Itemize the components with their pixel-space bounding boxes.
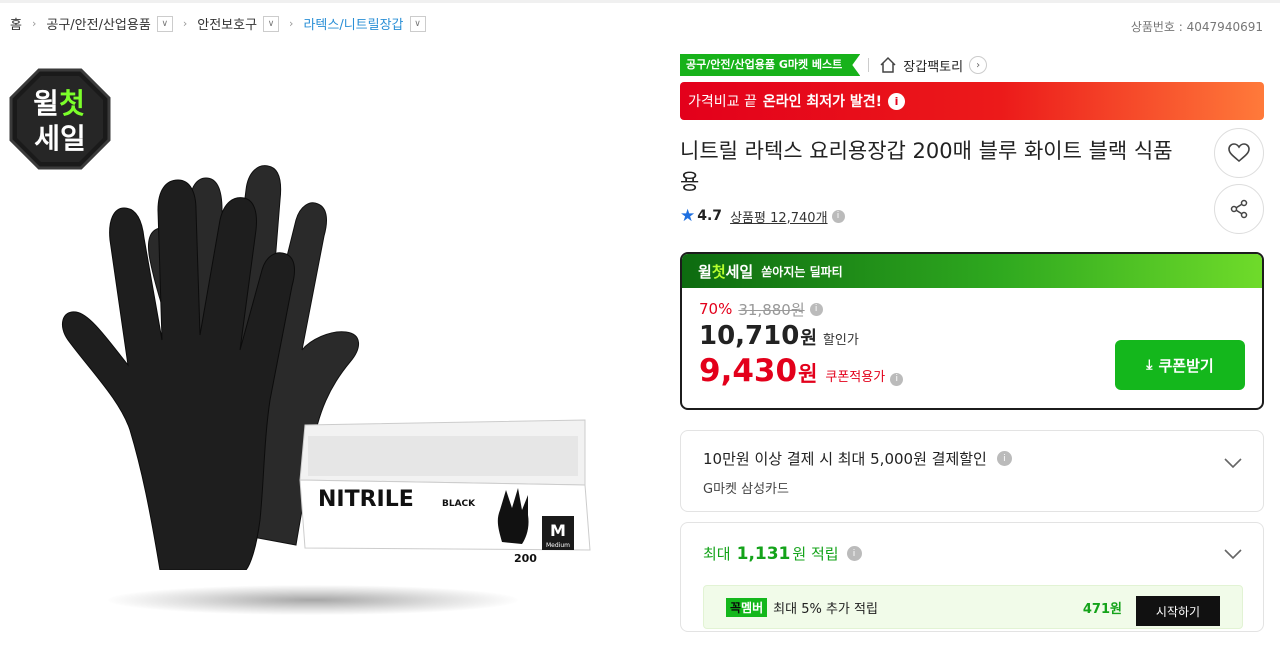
box-size-sub-text: Medium: [546, 542, 570, 549]
product-info: 공구/안전/산업용품 G마켓 베스트 장갑팩토리 › 가격비교 끝 온라인 최저…: [680, 52, 1264, 632]
review-count[interactable]: 12,740개: [770, 211, 827, 226]
breadcrumb-item-label[interactable]: 라텍스/니트릴장갑: [303, 14, 403, 33]
tag-row: 공구/안전/산업용품 G마켓 베스트 장갑팩토리 ›: [680, 52, 1264, 78]
currency-unit: 원: [800, 328, 817, 349]
rating-score: 4.7: [697, 208, 723, 224]
chevron-right-icon[interactable]: ›: [969, 56, 988, 74]
discount-row: 70% 31,880원 i: [699, 298, 1262, 320]
chevron-down-icon[interactable]: ∨: [263, 15, 280, 32]
star-icon: ★: [680, 206, 696, 226]
image-shadow: [108, 585, 518, 615]
coupon-price-label: 쿠폰적용가: [825, 370, 886, 385]
price-box: 윌 첫 세일 쏟아지는 딜파티 70% 31,880원 i 10,710 원 할인가 …: [680, 252, 1264, 410]
info-icon[interactable]: i: [809, 302, 823, 316]
membership-badge-b: 멤버: [741, 600, 764, 615]
review-link[interactable]: 상품평 12,740개: [730, 207, 827, 226]
store-home-icon: [880, 56, 896, 73]
box-count-text: 200: [514, 552, 537, 565]
promo-bold-text: 온라인 최저가 발견!: [762, 94, 883, 110]
wishlist-button[interactable]: [1214, 128, 1264, 178]
info-icon[interactable]: i: [831, 209, 845, 223]
share-button[interactable]: [1214, 184, 1264, 234]
box-brand-text: NITRILE: [318, 487, 414, 512]
sale-price-label: 할인가: [822, 333, 859, 348]
promo-text: 가격비교 끝: [688, 94, 757, 110]
top-divider: [0, 0, 1280, 3]
product-title: 니트릴 라텍스 요리용장갑 200매 블루 화이트 블랙 식품용: [680, 139, 1173, 194]
membership-row: 꼭멤버 최대 5% 추가 적립 471원 시작하기: [703, 585, 1243, 629]
box-variant-text: BLACK: [442, 499, 476, 509]
chevron-down-icon[interactable]: [1223, 453, 1243, 473]
info-icon[interactable]: i: [888, 92, 906, 110]
box-size-text: M: [550, 521, 566, 540]
membership-badge-a: 꼭: [730, 600, 742, 615]
heart-icon: [1228, 143, 1250, 163]
product-image-area[interactable]: 윌 첫 세일 NITRILE BLACK 200 M Medium: [0, 50, 660, 646]
start-membership-button[interactable]: 시작하기: [1136, 596, 1220, 626]
points-suffix: 원 적립: [792, 545, 839, 563]
breadcrumb-item-label[interactable]: 안전보호구: [197, 14, 257, 33]
title-block: 니트릴 라텍스 요리용장갑 200매 블루 화이트 블랙 식품용: [680, 128, 1264, 234]
best-seller-tag[interactable]: 공구/안전/산업용품 G마켓 베스트: [680, 54, 860, 76]
rating-row: ★ 4.7 상품평 12,740개 i: [680, 206, 1264, 226]
lowest-price-banner[interactable]: 가격비교 끝 온라인 최저가 발견! i: [680, 82, 1264, 120]
breadcrumb-home-label[interactable]: 홈: [10, 14, 22, 33]
points-section[interactable]: 최대 1,131 원 적립 i 꼭멤버 최대 5% 추가 적립 471원 시작하…: [680, 522, 1264, 632]
product-image-gloves: NITRILE BLACK 200 M Medium: [61, 165, 591, 570]
header-word-1: 윌: [698, 262, 712, 281]
divider: [868, 58, 870, 72]
membership-amount: 471원: [1082, 601, 1122, 617]
price-box-header: 윌 첫 세일 쏟아지는 딜파티: [682, 254, 1262, 288]
membership-badge: 꼭멤버: [726, 597, 768, 617]
membership-text: 최대 5% 추가 적립: [773, 601, 878, 617]
get-coupon-button[interactable]: ⤓ 쿠폰받기: [1115, 340, 1245, 390]
store-name[interactable]: 장갑팩토리: [903, 56, 963, 75]
breadcrumb-item-2: › 안전보호구 ∨: [173, 14, 280, 33]
store-link[interactable]: 장갑팩토리 ›: [879, 56, 988, 75]
info-icon[interactable]: i: [846, 546, 862, 561]
chevron-down-icon[interactable]: [1223, 544, 1243, 564]
download-icon: ⤓: [1146, 357, 1153, 373]
card-discount-text: 10만원 이상 결제 시 최대 5,000원 결제할인: [703, 450, 987, 468]
card-discount-title: 10만원 이상 결제 시 최대 5,000원 결제할인 i: [703, 448, 1263, 469]
coupon-button-label[interactable]: 쿠폰받기: [1159, 355, 1214, 376]
badge-text-1: 윌: [33, 87, 59, 120]
points-title: 최대 1,131 원 적립 i: [703, 543, 1263, 564]
share-icon: [1230, 199, 1248, 219]
breadcrumb-home[interactable]: 홈: [10, 14, 22, 33]
breadcrumb-item-1: › 공구/안전/산업용품 ∨: [22, 14, 173, 33]
info-icon[interactable]: i: [996, 451, 1012, 466]
chevron-down-icon[interactable]: ∨: [409, 15, 426, 32]
sale-price: 10,710: [699, 321, 800, 351]
header-word-3: 세일: [725, 262, 754, 281]
card-name: G마켓 삼성카드: [703, 482, 789, 497]
discount-rate: 70%: [699, 300, 733, 318]
product-number: 상품번호 : 4047940691: [1130, 20, 1263, 34]
header-word-2: 첫: [711, 262, 726, 281]
points-amount: 1,131: [736, 543, 791, 564]
chevron-right-icon: ›: [289, 17, 294, 30]
original-price: 31,880원: [738, 300, 805, 319]
breadcrumb-item-label[interactable]: 공구/안전/산업용품: [46, 14, 150, 33]
currency-unit: 원: [798, 362, 818, 386]
coupon-price: 9,430: [699, 353, 798, 389]
card-discount-section[interactable]: 10만원 이상 결제 시 최대 5,000원 결제할인 i G마켓 삼성카드: [680, 430, 1264, 512]
chevron-down-icon[interactable]: ∨: [156, 15, 173, 32]
chevron-right-icon: ›: [182, 17, 188, 30]
breadcrumb-item-3: › 라텍스/니트릴장갑 ∨: [279, 14, 426, 33]
review-label[interactable]: 상품평: [730, 211, 766, 226]
header-subtitle: 쏟아지는 딜파티: [761, 264, 843, 279]
info-icon[interactable]: i: [890, 372, 904, 386]
badge-text-2: 첫: [59, 87, 85, 120]
breadcrumb: 홈 › 공구/안전/산업용품 ∨ › 안전보호구 ∨ › 라텍스/니트릴장갑 ∨: [10, 14, 426, 33]
points-prefix: 최대: [703, 545, 731, 563]
chevron-right-icon: ›: [31, 17, 37, 30]
